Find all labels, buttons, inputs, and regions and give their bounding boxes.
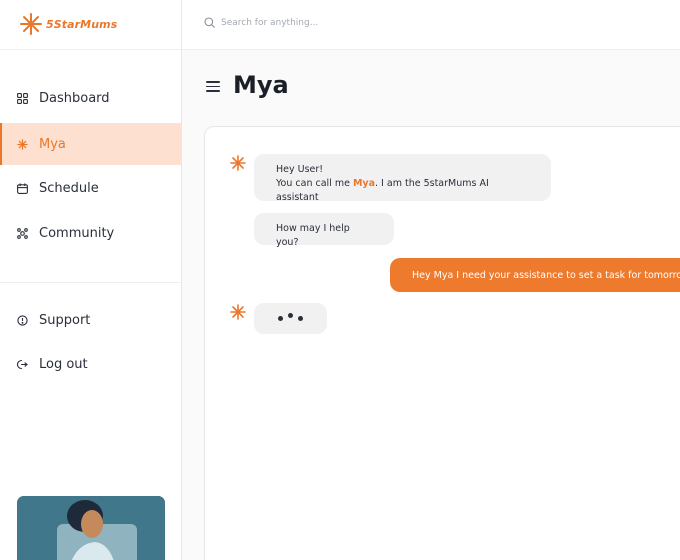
message-text: Hey Mya I need your assistance to set a …	[412, 269, 680, 281]
assistant-avatar-icon	[230, 304, 246, 320]
message-text: How may I help you?	[276, 223, 350, 248]
assistant-message: How may I help you?	[254, 213, 394, 248]
woman-illustration	[17, 496, 165, 560]
main-content: Mya Hey User! You can call me Mya. I am …	[182, 50, 680, 560]
hamburger-line	[206, 90, 220, 92]
brand-name: 5StarMums	[46, 17, 118, 31]
sidebar-item-label: Dashboard	[39, 90, 110, 106]
typing-dot	[278, 316, 283, 321]
assistant-name: Mya	[352, 178, 376, 189]
sidebar-item-dashboard[interactable]: Dashboard	[0, 77, 181, 119]
message-text: Hey User!	[276, 164, 324, 175]
menu-toggle-button[interactable]	[206, 81, 220, 92]
promo-illustration-card	[17, 496, 165, 560]
sidebar-item-label: Community	[39, 225, 115, 241]
typing-dots	[254, 303, 327, 334]
grid-icon	[17, 92, 28, 104]
page-title: Mya	[233, 71, 289, 99]
user-message: Hey Mya I need your assistance to set a …	[390, 258, 680, 292]
typing-dot	[288, 313, 293, 318]
sidebar-item-logout[interactable]: Log out	[0, 343, 181, 385]
sidebar-item-community[interactable]: Community	[0, 212, 181, 254]
calendar-icon	[17, 182, 28, 194]
sidebar-item-support[interactable]: Support	[0, 299, 181, 341]
sidebar-item-label: Log out	[39, 356, 88, 372]
sidebar-header-divider	[0, 49, 182, 50]
sidebar-item-label: Support	[39, 312, 91, 328]
assistant-message: Hey User! You can call me Mya. I am the …	[254, 154, 551, 203]
sidebar-item-label: Schedule	[39, 180, 99, 196]
hamburger-line	[206, 81, 220, 83]
sidebar-divider	[0, 282, 182, 283]
sidebar-item-label: Mya	[39, 136, 66, 152]
support-icon	[17, 314, 28, 326]
logout-icon	[17, 359, 28, 370]
message-text: You can call me Mya. I am the 5starMums …	[276, 178, 489, 203]
typing-indicator	[254, 303, 327, 334]
search-icon	[204, 17, 215, 28]
community-icon	[17, 227, 28, 239]
hamburger-line	[206, 85, 220, 88]
typing-dot	[298, 316, 303, 321]
brand-logo[interactable]: 5StarMums	[20, 11, 117, 37]
sidebar: 5StarMums Dashboard Mya Schedule Communi…	[0, 0, 182, 560]
search-input[interactable]	[221, 17, 421, 28]
search-bar[interactable]	[204, 17, 421, 28]
assistant-avatar-icon	[230, 155, 246, 171]
sidebar-item-mya[interactable]: Mya	[0, 123, 181, 165]
top-bar	[182, 0, 680, 50]
sidebar-item-schedule[interactable]: Schedule	[0, 167, 181, 209]
star-burst-icon	[20, 13, 42, 35]
chat-panel: Hey User! You can call me Mya. I am the …	[204, 126, 680, 560]
star-burst-icon	[17, 138, 28, 150]
